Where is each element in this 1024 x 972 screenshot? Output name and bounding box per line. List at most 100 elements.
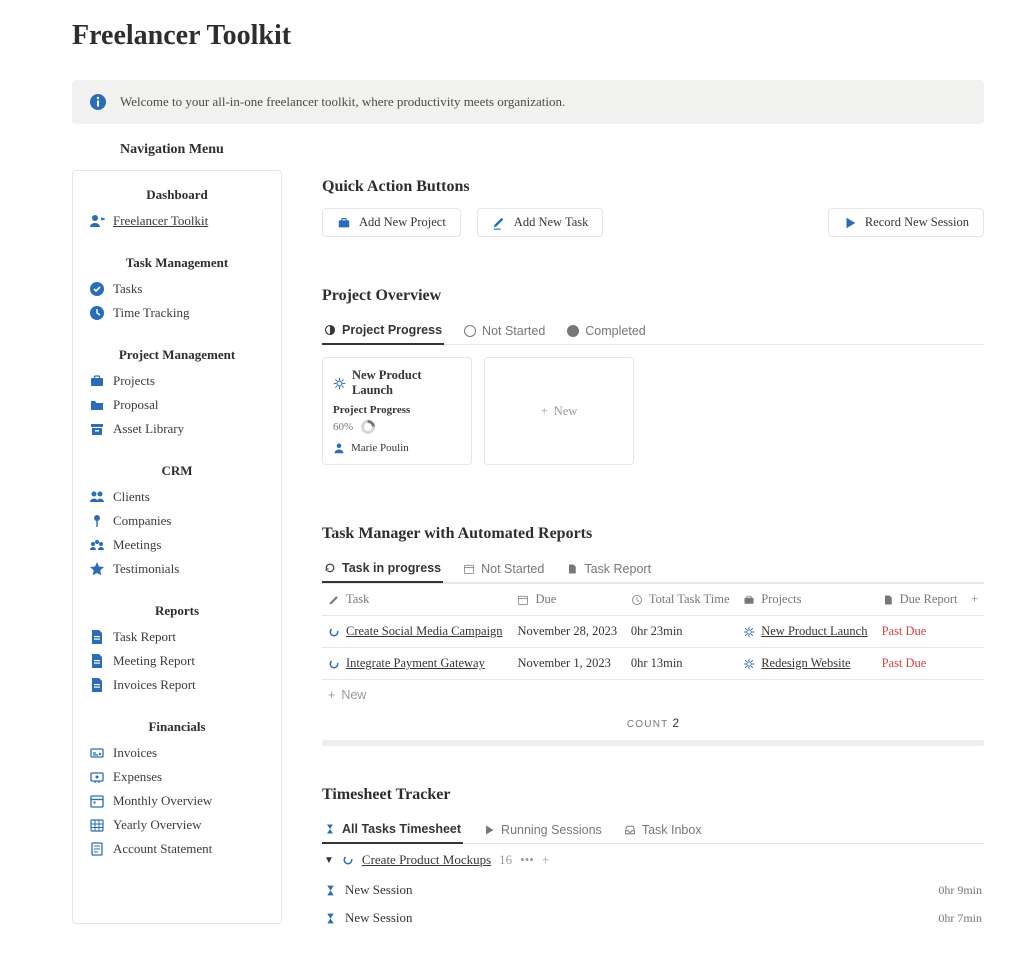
sidebar-item-proposal[interactable]: Proposal — [87, 393, 267, 417]
sidebar-item-label: Asset Library — [113, 421, 184, 437]
navigation-menu-heading: Navigation Menu — [120, 142, 984, 158]
info-icon — [90, 94, 106, 110]
grid-icon — [89, 817, 105, 833]
col-time: Total Task Time — [649, 592, 730, 607]
calendar-icon — [89, 793, 105, 809]
plus-icon: + — [328, 688, 335, 702]
welcome-text: Welcome to your all-in-one freelancer to… — [120, 94, 565, 110]
sidebar-item-expenses[interactable]: Expenses — [87, 765, 267, 789]
sidebar-item-time-tracking[interactable]: Time Tracking — [87, 301, 267, 325]
task-report: Past Due — [876, 616, 965, 648]
sidebar-item-account-statement[interactable]: Account Statement — [87, 837, 267, 861]
briefcase-icon — [743, 594, 755, 606]
circle-outline-icon — [464, 325, 476, 337]
briefcase-icon — [337, 216, 351, 230]
task-name: Create Social Media Campaign — [346, 624, 503, 639]
tab-task-report[interactable]: Task Report — [564, 555, 653, 582]
doc-icon — [882, 594, 894, 606]
timesheet-session[interactable]: New Session 0hr 9min — [322, 876, 984, 904]
tab-all-tasks-timesheet[interactable]: All Tasks Timesheet — [322, 816, 463, 844]
tab-label: Running Sessions — [501, 823, 602, 837]
tab-task-in-progress[interactable]: Task in progress — [322, 555, 443, 583]
spinner-icon — [328, 656, 340, 670]
sidebar-item-companies[interactable]: Companies — [87, 509, 267, 533]
gear-icon — [333, 377, 346, 390]
sidebar-item-asset-library[interactable]: Asset Library — [87, 417, 267, 441]
task-due: November 1, 2023 — [511, 648, 624, 680]
task-time: 0hr 23min — [625, 616, 737, 648]
sidebar-item-task-report[interactable]: Task Report — [87, 625, 267, 649]
sidebar-item-invoices-report[interactable]: Invoices Report — [87, 673, 267, 697]
task-count-row: COUNT 2 — [322, 710, 984, 736]
tab-not-started[interactable]: Not Started — [461, 555, 546, 582]
tab-label: Not Started — [482, 324, 545, 338]
project-overview-heading: Project Overview — [322, 287, 984, 305]
sidebar-group-head: Reports — [87, 603, 267, 619]
tab-running-sessions[interactable]: Running Sessions — [481, 816, 604, 843]
project-card-sub: Project Progress — [333, 404, 461, 416]
sidebar-item-invoices[interactable]: Invoices — [87, 741, 267, 765]
sidebar-item-label: Tasks — [113, 281, 142, 297]
task-table: Task Due Total Task Time Projects Due Re… — [322, 583, 984, 680]
sidebar-item-monthly-overview[interactable]: Monthly Overview — [87, 789, 267, 813]
add-column-button[interactable]: + — [965, 584, 984, 616]
add-new-task-button[interactable]: Add New Task — [477, 208, 604, 237]
spinner-icon — [342, 854, 354, 866]
col-projects: Projects — [761, 592, 801, 607]
check-circle-icon — [89, 281, 105, 297]
inbox-icon — [624, 824, 636, 836]
task-due: November 28, 2023 — [511, 616, 624, 648]
sidebar-item-clients[interactable]: Clients — [87, 485, 267, 509]
sidebar-item-freelancer-toolkit[interactable]: Freelancer Toolkit — [87, 209, 267, 233]
col-report: Due Report — [900, 592, 958, 607]
task-row[interactable]: Integrate Payment Gateway November 1, 202… — [322, 648, 984, 680]
project-card[interactable]: New Product Launch Project Progress 60% … — [322, 357, 472, 465]
calendar-icon — [517, 594, 529, 606]
sidebar-item-meeting-report[interactable]: Meeting Report — [87, 649, 267, 673]
tab-task-inbox[interactable]: Task Inbox — [622, 816, 704, 843]
clock-icon — [631, 594, 643, 606]
new-project-card[interactable]: + New — [484, 357, 634, 465]
sidebar-item-meetings[interactable]: Meetings — [87, 533, 267, 557]
hourglass-icon — [324, 823, 336, 835]
spinner-icon — [328, 624, 340, 638]
sidebar-item-label: Testimonials — [113, 561, 179, 577]
collapse-toggle[interactable]: ▼ — [324, 855, 334, 866]
tab-completed[interactable]: Completed — [565, 317, 647, 344]
timesheet-group-count: 16 — [499, 852, 512, 868]
session-duration: 0hr 9min — [938, 883, 982, 898]
tab-project-progress[interactable]: Project Progress — [322, 317, 444, 345]
sidebar-item-testimonials[interactable]: Testimonials — [87, 557, 267, 581]
sidebar-item-tasks[interactable]: Tasks — [87, 277, 267, 301]
report-icon — [89, 629, 105, 645]
task-project: Redesign Website — [761, 656, 850, 671]
sidebar-item-yearly-overview[interactable]: Yearly Overview — [87, 813, 267, 837]
sidebar-group-head: Financials — [87, 719, 267, 735]
new-task-row[interactable]: + New — [322, 680, 984, 710]
session-name: New Session — [345, 910, 413, 926]
add-session-button[interactable]: + — [542, 852, 549, 868]
project-card-title: New Product Launch — [352, 368, 461, 398]
sidebar-item-projects[interactable]: Projects — [87, 369, 267, 393]
task-name: Integrate Payment Gateway — [346, 656, 485, 671]
star-icon — [89, 561, 105, 577]
timesheet-group-name[interactable]: Create Product Mockups — [362, 852, 491, 868]
meeting-icon — [89, 537, 105, 553]
tab-not-started[interactable]: Not Started — [462, 317, 547, 344]
sidebar-group-head: Dashboard — [87, 187, 267, 203]
qa-label: Add New Project — [359, 215, 446, 230]
pencil-icon — [492, 216, 506, 230]
sidebar-item-label: Invoices Report — [113, 677, 196, 693]
gear-icon — [743, 624, 755, 638]
add-new-project-button[interactable]: Add New Project — [322, 208, 461, 237]
record-new-session-button[interactable]: Record New Session — [828, 208, 984, 237]
more-icon[interactable]: ••• — [520, 852, 534, 868]
sidebar-group-head: Task Management — [87, 255, 267, 271]
task-project: New Product Launch — [761, 624, 867, 639]
timesheet-session[interactable]: New Session0hr 7min — [322, 904, 984, 932]
task-row[interactable]: Create Social Media Campaign November 28,… — [322, 616, 984, 648]
session-name: New Session — [345, 882, 413, 898]
project-author: Marie Poulin — [351, 442, 409, 454]
sidebar-group-head: Project Management — [87, 347, 267, 363]
report-icon — [89, 653, 105, 669]
